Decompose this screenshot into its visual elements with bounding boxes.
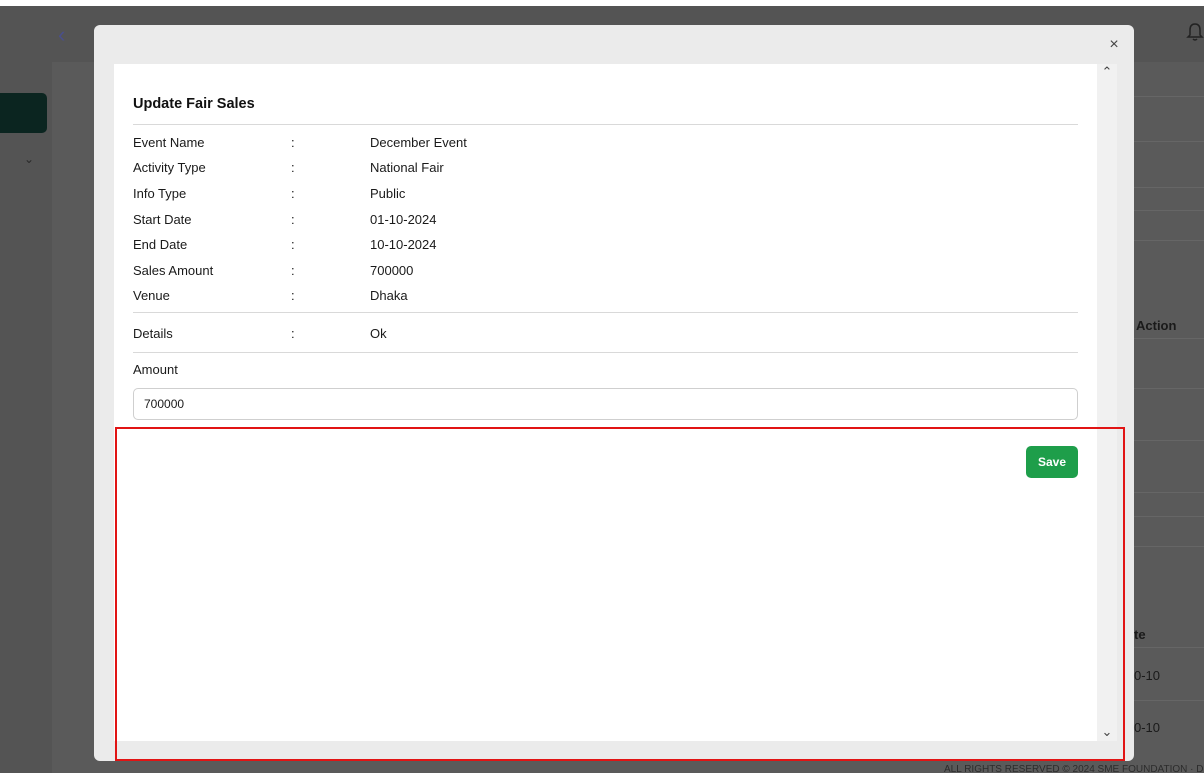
field-separator: : xyxy=(291,212,295,227)
footer-copyright: ALL RIGHTS RESERVED © 2024 SME FOUNDATIO… xyxy=(944,764,1204,773)
modal-title: Update Fair Sales xyxy=(133,96,255,112)
field-row-end-date: End Date : 10-10-2024 xyxy=(133,237,1078,255)
field-separator: : xyxy=(291,186,295,201)
background-divider xyxy=(1134,516,1204,517)
bg-table-cell-date: 0-10 xyxy=(1134,668,1161,683)
background-divider xyxy=(1134,388,1204,389)
background-divider xyxy=(1134,338,1204,339)
field-value: 10-10-2024 xyxy=(370,237,437,252)
back-chevron-icon: ‹ xyxy=(58,22,66,47)
field-separator: : xyxy=(291,288,295,303)
field-row-activity-type: Activity Type : National Fair xyxy=(133,160,1078,178)
field-row-event-name: Event Name : December Event xyxy=(133,135,1078,153)
background-divider xyxy=(1134,440,1204,441)
background-divider xyxy=(1134,546,1204,547)
field-separator: : xyxy=(291,135,295,150)
close-icon[interactable]: × xyxy=(1107,37,1121,53)
field-label: Activity Type xyxy=(133,160,206,175)
background-divider xyxy=(1134,240,1204,241)
background-divider xyxy=(1134,96,1204,97)
field-value: December Event xyxy=(370,135,467,150)
field-label: Info Type xyxy=(133,186,187,201)
top-strip xyxy=(0,0,1204,6)
bg-table-header-action: Action xyxy=(1136,318,1177,333)
background-divider xyxy=(1134,187,1204,188)
field-value: 01-10-2024 xyxy=(370,212,437,227)
field-label: Start Date xyxy=(133,212,192,227)
background-divider xyxy=(1134,210,1204,211)
field-label: Sales Amount xyxy=(133,263,214,278)
divider xyxy=(133,312,1078,313)
field-value: National Fair xyxy=(370,160,444,175)
bg-table-header-date: te xyxy=(1134,627,1146,642)
field-row-start-date: Start Date : 01-10-2024 xyxy=(133,212,1078,230)
divider xyxy=(133,124,1078,125)
highlight-box xyxy=(115,427,1125,761)
divider xyxy=(133,352,1078,353)
field-label: Details xyxy=(133,326,173,341)
scroll-up-chevron-icon[interactable]: ⌃ xyxy=(1100,65,1114,79)
notification-bell-icon xyxy=(1186,22,1204,42)
field-label: End Date xyxy=(133,237,188,252)
field-separator: : xyxy=(291,160,295,175)
field-value: Dhaka xyxy=(370,288,408,303)
background-divider xyxy=(1134,700,1204,701)
field-value: Ok xyxy=(370,326,387,341)
background-divider xyxy=(1134,647,1204,648)
amount-label: Amount xyxy=(133,362,178,377)
field-value: 700000 xyxy=(370,263,414,278)
field-separator: : xyxy=(291,263,295,278)
bg-table-cell-date: 0-10 xyxy=(1134,720,1161,735)
field-row-details: Details : Ok xyxy=(133,326,1078,344)
amount-input[interactable] xyxy=(133,388,1078,420)
field-row-venue: Venue : Dhaka xyxy=(133,288,1078,306)
field-separator: : xyxy=(291,237,295,252)
field-label: Venue xyxy=(133,288,170,303)
field-value: Public xyxy=(370,186,406,201)
background-divider xyxy=(1134,141,1204,142)
sidebar-chevron-down-icon: ⌄ xyxy=(24,152,35,166)
field-row-sales-amount: Sales Amount : 700000 xyxy=(133,263,1078,281)
background-divider xyxy=(1134,492,1204,493)
field-row-info-type: Info Type : Public xyxy=(133,186,1078,204)
sidebar-active-item xyxy=(0,93,47,133)
field-label: Event Name xyxy=(133,135,205,150)
field-separator: : xyxy=(291,326,295,341)
